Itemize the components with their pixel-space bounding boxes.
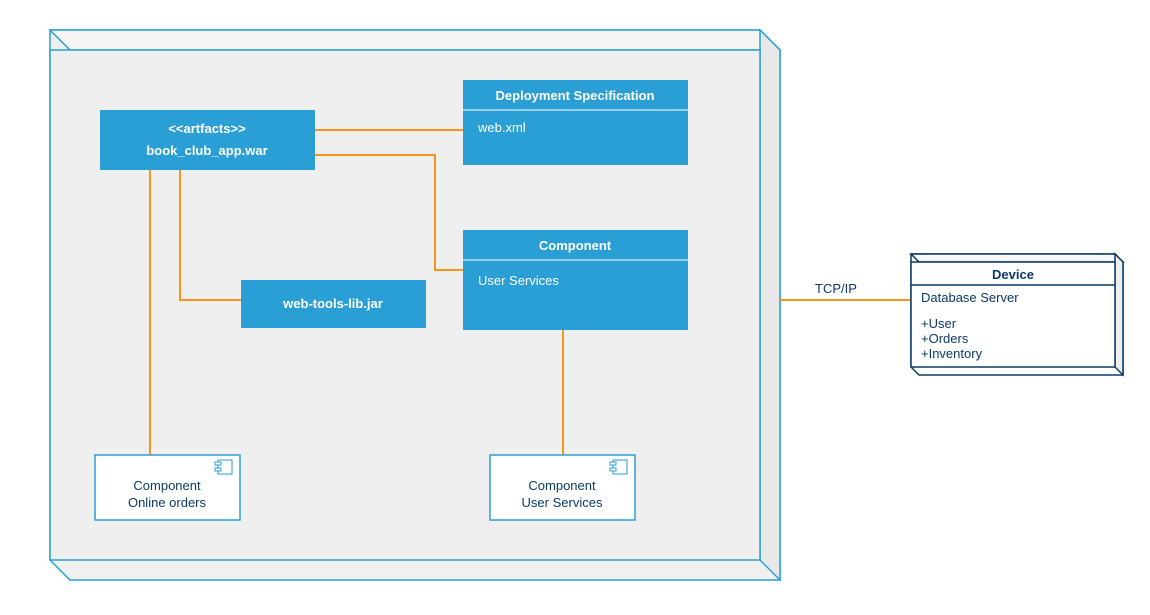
component-main-title: Component [539,238,612,253]
artifact-stereotype: <<artfacts>> [168,121,246,136]
deployment-spec-box: Deployment Specification web.xml [463,80,688,165]
artifact-name: book_club_app.war [146,143,267,158]
device-box: Device Database Server +User +Orders +In… [911,254,1123,375]
device-attr2: +Orders [921,331,969,346]
component-a-box: Component Online orders [95,455,240,520]
artifact-box: <<artfacts>> book_club_app.war [100,110,315,170]
deployment-spec-content: web.xml [477,120,526,135]
component-a-title: Component [133,478,201,493]
component-b-title: Component [528,478,596,493]
deployment-spec-title: Deployment Specification [496,88,655,103]
component-main-box: Component User Services [463,230,688,330]
device-title: Device [992,267,1034,282]
component-main-content: User Services [478,273,559,288]
lib-box: web-tools-lib.jar [241,280,426,328]
device-name: Database Server [921,290,1019,305]
component-b-box: Component User Services [490,455,635,520]
component-b-content: User Services [522,495,603,510]
connection-label: TCP/IP [815,281,857,296]
device-attr3: +Inventory [921,346,983,361]
lib-name: web-tools-lib.jar [282,296,383,311]
deployment-diagram: <<artfacts>> book_club_app.war Deploymen… [0,0,1150,615]
device-attr1: +User [921,316,957,331]
component-a-content: Online orders [128,495,207,510]
